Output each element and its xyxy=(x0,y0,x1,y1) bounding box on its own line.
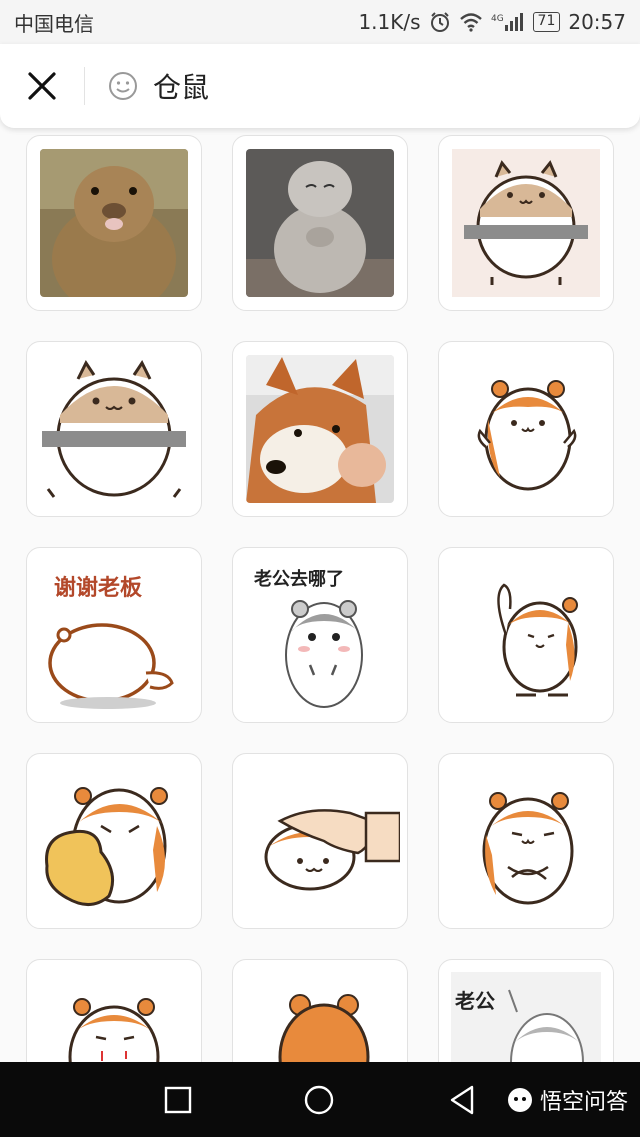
orange-hamster-thumbs-image xyxy=(477,380,577,491)
hamster-waving-image xyxy=(497,583,578,697)
search-query[interactable]: 仓鼠 xyxy=(153,66,209,106)
alarm-icon xyxy=(430,12,449,32)
sticker-grid: 谢谢老板 老公去哪了 老公 xyxy=(26,135,614,1135)
search-header: 仓鼠 xyxy=(0,44,640,128)
back-triangle-icon[interactable] xyxy=(448,1084,476,1116)
prairie-dog-image xyxy=(40,149,188,297)
sticker-chinchilla[interactable] xyxy=(232,135,408,311)
carrier-label: 中国电信 xyxy=(14,11,94,36)
hamster-on-bar-image xyxy=(452,149,600,297)
hamster-on-bar-large-image xyxy=(42,360,186,498)
square-recent-icon[interactable] xyxy=(164,1086,192,1114)
sticker-orange-hamster-thumbs[interactable] xyxy=(438,341,614,517)
close-icon xyxy=(28,72,56,100)
hamster-with-peanut-image xyxy=(45,787,168,906)
sticker-hamster-arms-crossed[interactable] xyxy=(438,753,614,929)
sticker-gray-hamster-husband[interactable]: 老公去哪了 xyxy=(232,547,408,723)
signal-icon: 4G xyxy=(491,13,523,31)
sticker-caption: 谢谢老板 xyxy=(54,575,143,601)
sticker-hamster-on-bar-large[interactable] xyxy=(26,341,202,517)
gray-hamster-husband-image: 老公去哪了 xyxy=(254,568,363,708)
sticker-hamster-with-peanut[interactable] xyxy=(26,753,202,929)
chinchilla-image xyxy=(246,149,394,297)
sticker-hamster-being-petted[interactable] xyxy=(232,753,408,929)
header-divider xyxy=(84,67,85,105)
home-circle-icon[interactable] xyxy=(303,1084,335,1116)
hamster-thanks-boss-image: 谢谢老板 xyxy=(48,575,174,709)
hamster-being-petted-image xyxy=(264,809,400,891)
network-type: 4G xyxy=(491,14,504,24)
sticker-caption-husband-partial: 老公 xyxy=(455,989,495,1013)
sticker-hamster-waving[interactable] xyxy=(438,547,614,723)
watermark: 悟空问答 xyxy=(506,1084,628,1116)
wukong-logo-icon xyxy=(507,1088,532,1112)
clock: 20:57 xyxy=(568,10,626,34)
status-bar: 中国电信 1.1K/s 4G 71 20:57 xyxy=(0,0,640,44)
watermark-text: 悟空问答 xyxy=(539,1090,628,1115)
sticker-shiba-dog[interactable] xyxy=(232,341,408,517)
smiley-icon[interactable] xyxy=(107,70,139,102)
battery-indicator: 71 xyxy=(532,12,561,32)
shiba-dog-image xyxy=(246,355,394,503)
sticker-hamster-on-bar-small[interactable] xyxy=(438,135,614,311)
sticker-caption-husband: 老公去哪了 xyxy=(254,568,344,590)
network-speed: 1.1K/s xyxy=(358,10,421,34)
close-button[interactable] xyxy=(0,44,84,128)
hamster-arms-crossed-image xyxy=(482,792,574,905)
sticker-hamster-thanks-boss[interactable]: 谢谢老板 xyxy=(26,547,202,723)
wifi-icon xyxy=(459,13,482,32)
sticker-prairie-dog[interactable] xyxy=(26,135,202,311)
status-indicators: 1.1K/s 4G 71 20:57 xyxy=(358,10,626,34)
system-nav-bar: 悟空问答 xyxy=(0,1062,640,1137)
